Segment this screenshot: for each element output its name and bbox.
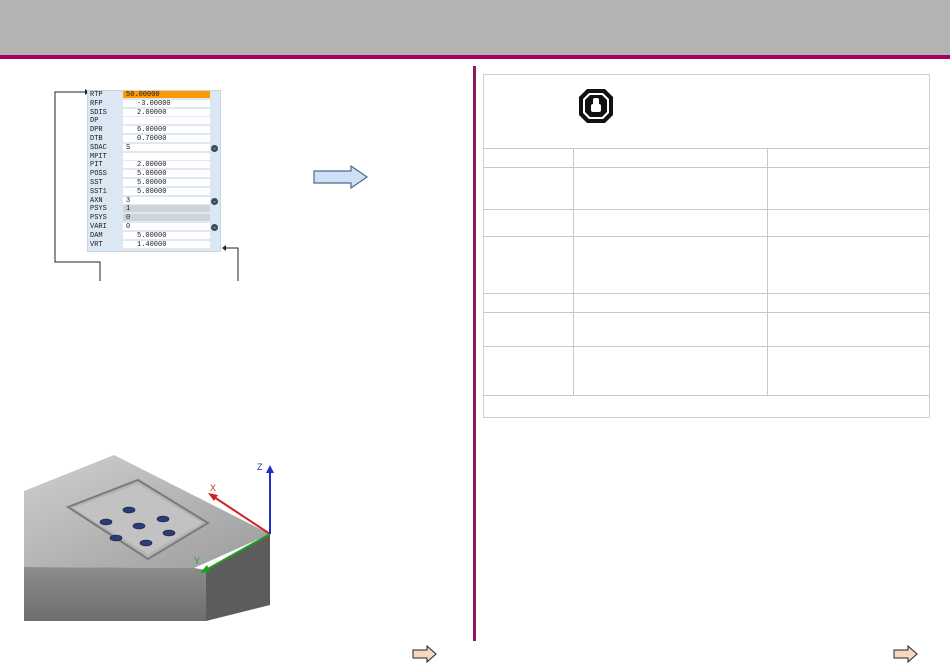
table-row-divider bbox=[483, 395, 930, 396]
param-name: VRT bbox=[90, 240, 103, 249]
param-name: VARI bbox=[90, 223, 107, 231]
param-name: DAM bbox=[90, 231, 103, 240]
param-value-field[interactable] bbox=[123, 152, 210, 161]
leader-lines bbox=[54, 89, 239, 281]
param-row-pit: PIT 2.00000 bbox=[88, 161, 220, 170]
toggle-icon[interactable]: ⌄ bbox=[211, 197, 218, 205]
next-page-arrow-icon[interactable] bbox=[893, 645, 919, 663]
column-divider bbox=[473, 66, 476, 641]
table-row-divider bbox=[483, 293, 930, 294]
param-row-vari: VARI 0 ⌄ bbox=[88, 223, 220, 232]
param-value-field[interactable]: S bbox=[123, 143, 210, 152]
param-name: DTB bbox=[90, 135, 103, 143]
param-name: RTP bbox=[90, 91, 103, 99]
param-name: PIT bbox=[90, 161, 103, 170]
param-name: POSS bbox=[90, 170, 107, 179]
param-value-field[interactable]: 1.40000 bbox=[123, 240, 210, 249]
param-row-poss: POSS 5.00000 bbox=[88, 170, 220, 179]
info-table bbox=[483, 74, 930, 418]
param-row-psys: PSYS 0 bbox=[88, 214, 220, 223]
param-row-rtp: RTP 50.00000 bbox=[88, 91, 220, 100]
table-col-divider bbox=[573, 148, 574, 395]
param-value-field[interactable] bbox=[123, 117, 210, 126]
table-row-divider bbox=[483, 148, 930, 149]
toggle-icon[interactable]: ⌄ bbox=[211, 224, 218, 231]
param-name: DPR bbox=[90, 126, 103, 135]
param-name: PSYS bbox=[90, 214, 107, 223]
param-name: DP bbox=[90, 117, 99, 126]
param-row-mpit: MPIT bbox=[88, 152, 220, 162]
param-name: SDAC bbox=[90, 143, 107, 152]
workpiece-3d-view: X Y Z bbox=[24, 455, 274, 621]
param-row-sst1: SST1 5.00000 bbox=[88, 187, 220, 197]
param-row-rfp: RFP -3.00000 bbox=[88, 99, 220, 109]
param-value-field[interactable]: 2.00000 bbox=[123, 161, 210, 170]
table-row-divider bbox=[483, 312, 930, 313]
param-row-psys: PSYS 1 bbox=[88, 205, 220, 214]
table-row-divider bbox=[483, 209, 930, 210]
param-row-vrt: VRT 1.40000 bbox=[88, 240, 220, 250]
next-page-arrow-icon[interactable] bbox=[412, 645, 438, 663]
param-row-axn: AXN 3 ⌄ bbox=[88, 196, 220, 206]
param-name: MPIT bbox=[90, 152, 107, 161]
table-row-divider bbox=[483, 346, 930, 347]
right-arrow-icon bbox=[313, 165, 369, 189]
param-row-dam: DAM 5.00000 bbox=[88, 231, 220, 241]
z-axis-label: Z bbox=[257, 462, 263, 472]
y-axis-label: Y bbox=[194, 556, 200, 566]
param-value-field[interactable]: -3.00000 bbox=[123, 99, 210, 108]
param-name: RFP bbox=[90, 99, 103, 108]
param-value-field[interactable]: 2.00000 bbox=[123, 108, 210, 117]
param-row-sdac: SDAC S ⌄ bbox=[88, 143, 220, 153]
caution-hand-icon bbox=[579, 89, 613, 123]
param-value-field[interactable]: 5.00000 bbox=[123, 179, 210, 187]
param-value-field[interactable]: 3 bbox=[123, 196, 210, 205]
param-value-field[interactable]: 50.00000 bbox=[123, 91, 210, 99]
param-name: PSYS bbox=[90, 205, 107, 214]
param-value-field[interactable]: 1 bbox=[123, 205, 210, 214]
param-row-dpr: DPR 6.00000 bbox=[88, 126, 220, 135]
param-value-field[interactable]: 0 bbox=[123, 223, 210, 231]
param-value-field[interactable]: 5.00000 bbox=[123, 231, 210, 240]
param-row-dp: DP bbox=[88, 117, 220, 126]
table-row-divider bbox=[483, 236, 930, 237]
param-value-field[interactable]: 6.00000 bbox=[123, 126, 210, 135]
param-name: AXN bbox=[90, 196, 103, 205]
param-name: SST bbox=[90, 179, 103, 187]
param-value-field[interactable]: 0.70000 bbox=[123, 135, 210, 143]
param-row-sst: SST 5.00000 bbox=[88, 179, 220, 188]
toggle-icon[interactable]: ⌄ bbox=[211, 144, 218, 152]
param-name: SST1 bbox=[90, 187, 107, 196]
x-axis-label: X bbox=[210, 483, 216, 493]
parameter-panel: RTP 50.00000 RFP -3.00000 SDIS 2.00000 DP DPR 6.… bbox=[87, 90, 221, 252]
table-col-divider bbox=[767, 148, 768, 395]
param-value-field[interactable]: 5.00000 bbox=[123, 187, 210, 196]
param-row-sdis: SDIS 2.00000 bbox=[88, 108, 220, 118]
param-name: SDIS bbox=[90, 108, 107, 117]
param-row-dtb: DTB 0.70000 bbox=[88, 135, 220, 144]
param-value-field[interactable]: 0 bbox=[123, 214, 210, 223]
table-row-divider bbox=[483, 167, 930, 168]
param-value-field[interactable]: 5.00000 bbox=[123, 170, 210, 179]
